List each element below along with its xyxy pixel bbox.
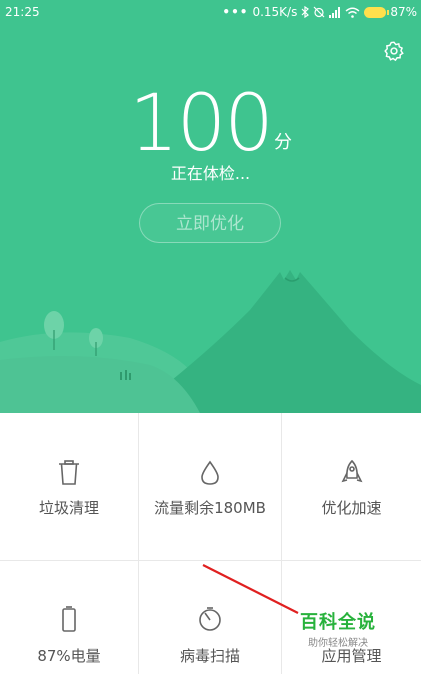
data-usage-label: 流量剩余180MB [154, 499, 266, 517]
battery-charging-icon [364, 6, 390, 18]
battery-label: 87%电量 [37, 647, 101, 665]
optimize-now-button[interactable]: 立即优化 [139, 203, 281, 243]
junk-clean-label: 垃圾清理 [38, 499, 99, 517]
battery-tile[interactable]: 87%电量 [0, 561, 138, 674]
water-drop-icon [201, 460, 219, 485]
watermark-logo: 百科全说 助你轻松解决 [300, 608, 420, 649]
virus-scan-icon [199, 607, 221, 631]
score-value: 100 [129, 79, 274, 169]
status-bar: 21:25 ••• 0.15K/s 87% [0, 0, 421, 24]
watermark-subtitle: 助你轻松解决 [308, 638, 368, 649]
trash-icon [59, 460, 79, 485]
watermark-title: 百科全说 [300, 612, 376, 633]
gear-icon[interactable] [383, 40, 405, 62]
status-indicators: ••• 0.15K/s 87% [222, 5, 417, 19]
rocket-icon [341, 459, 362, 483]
more-dots: ••• [222, 5, 249, 19]
status-time: 21:25 [5, 5, 40, 19]
battery-icon [62, 606, 76, 632]
landscape-illustration [0, 270, 421, 413]
data-usage-tile[interactable]: 流量剩余180MB [139, 413, 281, 560]
signal-icon [329, 6, 341, 18]
battery-percent: 87% [390, 5, 417, 19]
virus-scan-tile[interactable]: 病毒扫描 [139, 561, 281, 674]
bluetooth-icon [301, 6, 310, 18]
junk-clean-tile[interactable]: 垃圾清理 [0, 413, 138, 560]
speed-boost-label: 优化加速 [321, 499, 382, 517]
speed-boost-tile[interactable]: 优化加速 [282, 413, 421, 560]
checking-status: 正在体检... [170, 164, 251, 183]
network-speed: 0.15K/s [252, 5, 298, 19]
health-score: 100 分 [0, 82, 421, 166]
virus-scan-label: 病毒扫描 [179, 647, 240, 665]
alarm-off-icon [313, 6, 325, 18]
wifi-icon [345, 7, 360, 18]
score-unit: 分 [273, 132, 292, 153]
health-check-panel: 21:25 ••• 0.15K/s 87% 100 分 正在体检... 立即优化 [0, 0, 421, 413]
